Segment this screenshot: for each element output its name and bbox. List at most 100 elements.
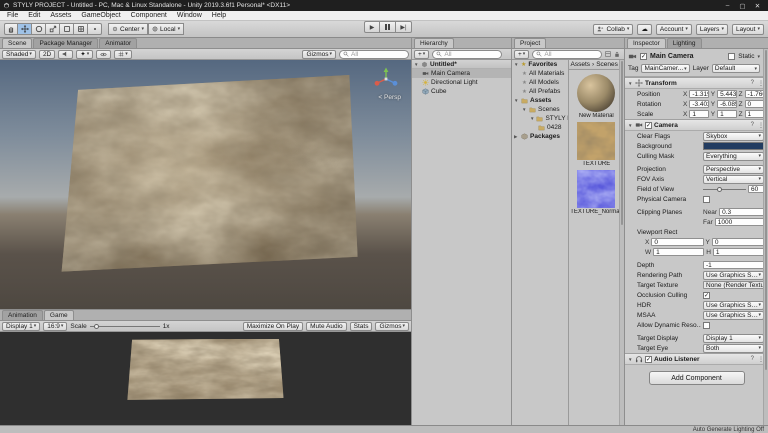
stats-toggle[interactable]: Stats <box>350 322 373 331</box>
scale-slider[interactable] <box>90 322 160 331</box>
tab-animation[interactable]: Animation <box>2 310 43 320</box>
tab-project[interactable]: Project <box>514 38 546 48</box>
close-button[interactable]: ✕ <box>750 2 765 10</box>
asset-texture-normal[interactable]: TEXTURE_Norma... <box>570 170 622 215</box>
help-icon[interactable]: ? <box>750 356 755 362</box>
asset-texture[interactable]: TEXTURE <box>570 122 622 167</box>
grid-dropdown[interactable]: ▾ <box>114 50 132 59</box>
hierarchy-item-main-camera[interactable]: Main Camera <box>412 69 511 78</box>
rotation-x-field[interactable]: -3.402 <box>689 100 708 108</box>
static-checkbox[interactable] <box>728 53 735 60</box>
menu-file[interactable]: File <box>2 12 23 19</box>
scene-viewport[interactable]: < Persp <box>0 60 411 309</box>
camera-component-header[interactable]: ▼ ✓ Camera ? ⋮ <box>625 119 768 131</box>
rect-tool-button[interactable] <box>60 23 74 35</box>
transform-tool-button[interactable] <box>74 23 88 35</box>
position-x-field[interactable]: -1.3195 <box>689 90 708 98</box>
perspective-label[interactable]: < Persp <box>378 94 401 101</box>
step-button[interactable]: ▶| <box>396 21 412 33</box>
breadcrumb-current[interactable]: Scenes <box>596 61 618 68</box>
viewport-h-field[interactable]: 1 <box>713 248 764 256</box>
menu-component[interactable]: Component <box>126 12 172 19</box>
folder-0428[interactable]: 0428 <box>512 123 568 132</box>
scene-effects-dropdown[interactable]: ✦▾ <box>76 50 93 59</box>
far-clip-field[interactable]: 1000 <box>715 218 764 226</box>
mute-audio-toggle[interactable]: Mute Audio <box>306 322 347 331</box>
scene-search-input[interactable]: All <box>339 50 409 59</box>
foldout-icon[interactable]: ▼ <box>414 62 419 67</box>
layers-dropdown[interactable]: Layers▾ <box>696 24 728 35</box>
cloud-button[interactable]: ☁ <box>637 24 652 35</box>
layout-dropdown[interactable]: Layout▾ <box>732 24 764 35</box>
menu-assets[interactable]: Assets <box>45 12 76 19</box>
background-color-swatch[interactable] <box>703 142 764 150</box>
asset-new-material[interactable]: New Material <box>570 74 622 119</box>
tab-scene[interactable]: Scene <box>2 38 32 48</box>
foldout-icon[interactable]: ▶ <box>514 134 519 140</box>
scrollbar-thumb[interactable] <box>621 61 623 225</box>
tab-package-manager[interactable]: Package Manager <box>33 38 98 48</box>
scale-tool-button[interactable] <box>46 23 60 35</box>
static-dropdown-arrow[interactable]: ▾ <box>757 54 760 60</box>
project-scrollbar[interactable] <box>619 60 624 425</box>
foldout-icon[interactable]: ▼ <box>514 62 519 67</box>
scene-visibility-toggle[interactable] <box>96 50 111 59</box>
game-viewport[interactable] <box>0 332 411 425</box>
allow-dynamic-resolution-checkbox[interactable] <box>703 322 710 329</box>
project-create-dropdown[interactable]: +▾ <box>514 50 529 59</box>
clear-flags-dropdown[interactable]: Skybox▾ <box>703 132 764 141</box>
enabled-checkbox[interactable]: ✓ <box>640 53 647 60</box>
occlusion-culling-checkbox[interactable]: ✓ <box>703 292 710 299</box>
assets-root[interactable]: ▼ Assets <box>512 96 568 105</box>
breadcrumb-root[interactable]: Assets <box>571 61 591 68</box>
menu-help[interactable]: Help <box>207 12 231 19</box>
depth-field[interactable]: -1 <box>703 261 764 269</box>
maximize-button[interactable]: ▢ <box>735 2 750 10</box>
near-clip-field[interactable]: 0.3 <box>719 208 764 216</box>
foldout-icon[interactable]: ▼ <box>514 98 519 103</box>
field-of-view-slider[interactable] <box>703 185 746 194</box>
scale-x-field[interactable]: 1 <box>689 110 708 118</box>
menu-window[interactable]: Window <box>172 12 207 19</box>
space-mode-button[interactable]: Local▾ <box>148 23 184 35</box>
rotation-y-field[interactable]: -6.0859 <box>717 100 736 108</box>
msaa-dropdown[interactable]: Use Graphics Setting...▾ <box>703 311 764 320</box>
foldout-icon[interactable]: ▼ <box>530 116 534 121</box>
menu-gameobject[interactable]: GameObject <box>76 12 125 19</box>
hierarchy-search-input[interactable]: All <box>432 50 502 59</box>
hand-tool-button[interactable] <box>4 23 18 35</box>
tab-inspector[interactable]: Inspector <box>627 38 666 48</box>
folder-styly[interactable]: ▼ STYLY N... <box>512 114 568 123</box>
foldout-icon[interactable]: ▼ <box>522 107 527 112</box>
maximize-on-play-toggle[interactable]: Maximize On Play <box>243 322 303 331</box>
hierarchy-item-cube[interactable]: Cube <box>412 87 511 96</box>
gizmos-dropdown[interactable]: Gizmos▾ <box>302 50 336 59</box>
favorite-all-materials[interactable]: ★All Materials <box>512 69 568 78</box>
help-icon[interactable]: ? <box>750 80 755 86</box>
account-dropdown[interactable]: Account▾ <box>656 24 692 35</box>
2d-toggle[interactable]: 2D <box>39 50 55 59</box>
play-button[interactable]: ▶ <box>364 21 380 33</box>
viewport-y-field[interactable]: 0 <box>712 238 764 246</box>
aspect-ratio-dropdown[interactable]: 16:9▾ <box>43 322 67 331</box>
shading-mode-dropdown[interactable]: Shaded▾ <box>2 50 36 59</box>
rotate-tool-button[interactable] <box>32 23 46 35</box>
foldout-icon[interactable]: ▼ <box>628 123 633 128</box>
rendering-path-dropdown[interactable]: Use Graphics Setting...▾ <box>703 271 764 280</box>
viewport-w-field[interactable]: 1 <box>653 248 704 256</box>
favorites-root[interactable]: ▼ ★ Favorites <box>512 60 568 69</box>
help-icon[interactable]: ? <box>750 122 755 128</box>
display-dropdown[interactable]: Display 1▾ <box>2 322 40 331</box>
viewport-x-field[interactable]: 0 <box>651 238 703 246</box>
inspector-scrollbar[interactable] <box>763 49 768 425</box>
tab-game[interactable]: Game <box>44 310 74 320</box>
menu-edit[interactable]: Edit <box>23 12 45 19</box>
target-texture-field[interactable]: None (Render Textur...◉ <box>703 281 764 289</box>
favorite-all-prefabs[interactable]: ★All Prefabs <box>512 87 568 96</box>
packages-root[interactable]: ▶ Packages <box>512 132 568 141</box>
hdr-dropdown[interactable]: Use Graphics Setting...▾ <box>703 301 764 310</box>
scene-audio-toggle[interactable] <box>58 50 73 59</box>
auto-generate-lighting-status[interactable]: Auto Generate Lighting Off <box>693 427 764 433</box>
rotation-z-field[interactable]: 0 <box>745 100 764 108</box>
folder-scenes[interactable]: ▼ Scenes <box>512 105 568 114</box>
